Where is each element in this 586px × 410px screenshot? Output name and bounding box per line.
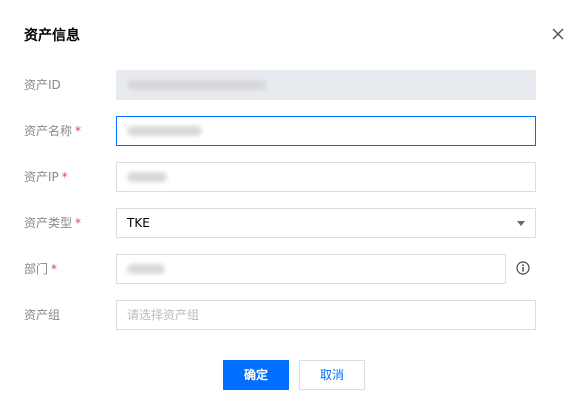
asset-group-select[interactable]: 请选择资产组	[116, 300, 536, 330]
form-row-asset-group: 资产组 请选择资产组	[0, 300, 586, 330]
asset-type-value: TKE	[127, 216, 150, 230]
asset-group-label: 资产组	[24, 308, 61, 322]
form-row-department: 部门 *	[0, 254, 586, 284]
redacted-value	[127, 126, 202, 136]
form-row-asset-name: 资产名称 *	[0, 116, 586, 146]
asset-id-label: 资产ID	[24, 78, 61, 92]
confirm-button[interactable]: 确定	[223, 360, 289, 390]
asset-ip-input[interactable]	[116, 162, 536, 192]
asset-name-label: 资产名称 *	[24, 124, 82, 138]
department-label: 部门 *	[24, 262, 58, 276]
department-input[interactable]	[116, 254, 506, 284]
asset-id-field	[116, 70, 536, 100]
info-icon[interactable]	[516, 261, 530, 275]
asset-name-input[interactable]	[116, 116, 536, 146]
form-row-asset-type: 资产类型 * TKE	[0, 208, 586, 238]
chevron-down-icon	[517, 221, 525, 226]
required-mark: *	[61, 170, 68, 184]
asset-group-placeholder: 请选择资产组	[127, 308, 200, 322]
required-mark: *	[75, 216, 82, 230]
required-mark: *	[75, 124, 82, 138]
close-icon[interactable]	[551, 27, 565, 41]
redacted-value	[127, 80, 267, 90]
asset-info-dialog: 资产信息 资产ID 资产名称 * 资产IP * 资产类型 * TKE 部门 * …	[0, 0, 586, 410]
form-row-asset-ip: 资产IP *	[0, 162, 586, 192]
redacted-value	[127, 172, 167, 182]
asset-type-label: 资产类型 *	[24, 216, 82, 230]
asset-type-select[interactable]: TKE	[116, 208, 536, 238]
required-mark: *	[51, 262, 58, 276]
dialog-title: 资产信息	[24, 28, 80, 44]
redacted-value	[127, 264, 165, 274]
asset-ip-label: 资产IP *	[24, 170, 68, 184]
cancel-button[interactable]: 取消	[299, 360, 365, 390]
form-row-asset-id: 资产ID	[0, 70, 586, 100]
